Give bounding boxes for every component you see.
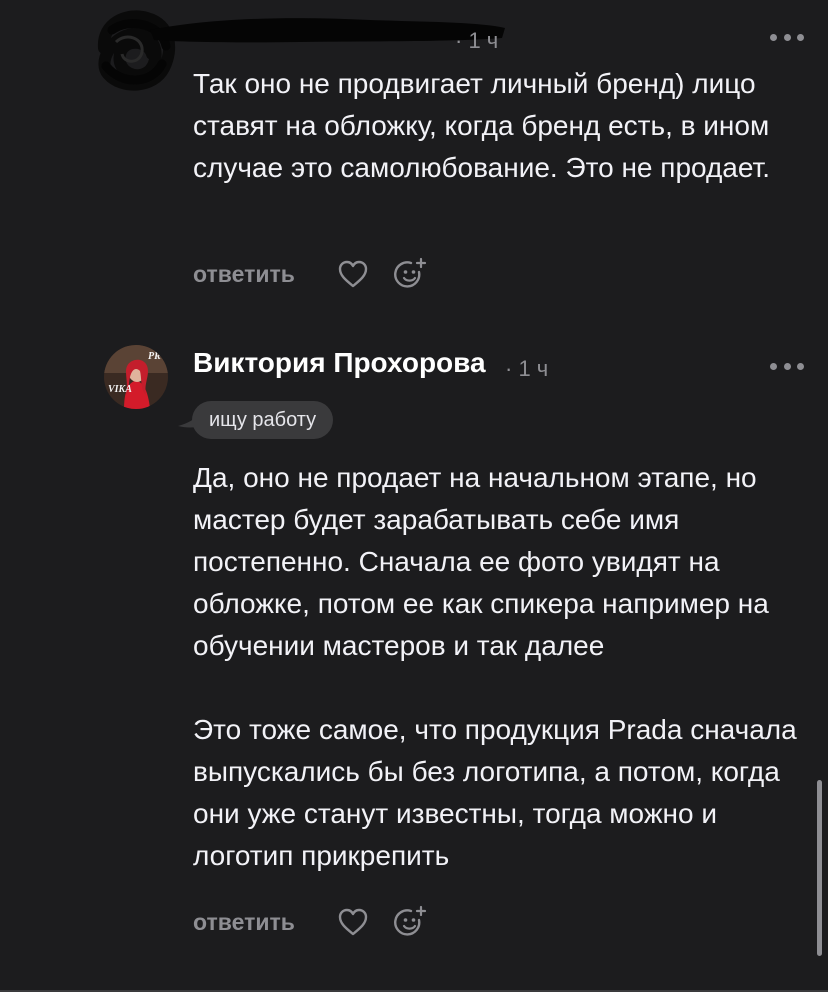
comment: VIKA PR Виктория Прохорова · 1 ч ищу раб… [0, 330, 828, 992]
more-options-button[interactable] [770, 359, 804, 373]
more-options-button[interactable] [770, 30, 804, 44]
dot [797, 33, 804, 41]
avatar-label: VIKA [108, 384, 132, 395]
comment-actions: ответить [193, 254, 449, 294]
dot [783, 33, 791, 41]
comment-time: · 1 ч [455, 28, 499, 53]
avatar[interactable]: VIKA PR [104, 345, 168, 409]
heart-icon[interactable] [333, 254, 373, 294]
comment: · 1 ч Так оно не продвигает личный бренд… [0, 0, 828, 330]
status-badge: ищу работу [192, 401, 334, 439]
svg-text:PR: PR [148, 351, 161, 362]
add-reaction-icon[interactable] [391, 902, 431, 942]
reply-button[interactable]: ответить [193, 909, 333, 936]
comment-time: · 1 ч [505, 356, 549, 381]
comment-text: Да, оно не продает на начальном этапе, н… [193, 462, 797, 871]
author-name[interactable]: Виктория Прохорова [193, 347, 486, 379]
scrollbar[interactable] [817, 780, 822, 956]
dot [770, 33, 777, 41]
dot [797, 362, 804, 370]
dot [783, 362, 791, 370]
comment-text: Так оно не продвигает личный бренд) лицо… [193, 68, 771, 183]
redacted-author-name [150, 18, 505, 43]
reply-button[interactable]: ответить [193, 261, 333, 288]
comment-actions: ответить [193, 902, 449, 942]
add-reaction-icon[interactable] [391, 254, 431, 294]
dot [770, 362, 777, 370]
heart-icon[interactable] [333, 902, 373, 942]
